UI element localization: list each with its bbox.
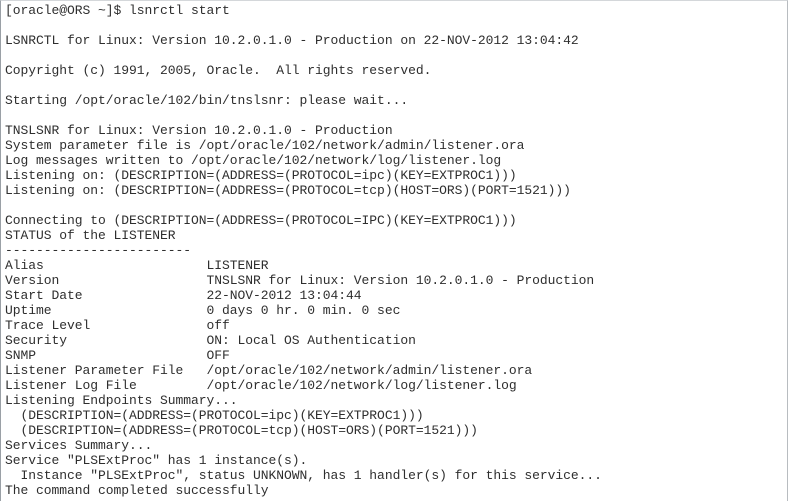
terminal-line: System parameter file is /opt/oracle/102… [5,138,525,153]
terminal-line: Instance "PLSExtProc", status UNKNOWN, h… [5,468,602,483]
terminal-line: Listening on: (DESCRIPTION=(ADDRESS=(PRO… [5,168,517,183]
terminal-line: SNMP OFF [5,348,230,363]
terminal-line: Copyright (c) 1991, 2005, Oracle. All ri… [5,63,432,78]
terminal-line: Log messages written to /opt/oracle/102/… [5,153,502,168]
terminal-line: Service "PLSExtProc" has 1 instance(s). [5,453,308,468]
terminal-line: (DESCRIPTION=(ADDRESS=(PROTOCOL=tcp)(HOS… [5,423,478,438]
terminal-line: Starting /opt/oracle/102/bin/tnslsnr: pl… [5,93,409,108]
terminal-line: Version TNSLSNR for Linux: Version 10.2.… [5,273,595,288]
terminal-line: [oracle@ORS ~]$ lsnrctl start [5,3,230,18]
terminal-line: (DESCRIPTION=(ADDRESS=(PROTOCOL=ipc)(KEY… [5,408,424,423]
terminal-line: TNSLSNR for Linux: Version 10.2.0.1.0 - … [5,123,393,138]
terminal-line: Uptime 0 days 0 hr. 0 min. 0 sec [5,303,401,318]
terminal-line: The command completed successfully [5,483,269,498]
terminal-line: Listener Log File /opt/oracle/102/networ… [5,378,517,393]
terminal-line: Listening on: (DESCRIPTION=(ADDRESS=(PRO… [5,183,571,198]
terminal-line: Connecting to (DESCRIPTION=(ADDRESS=(PRO… [5,213,517,228]
terminal-line: Security ON: Local OS Authentication [5,333,416,348]
terminal-line: Listener Parameter File /opt/oracle/102/… [5,363,533,378]
terminal-line: Listening Endpoints Summary... [5,393,238,408]
terminal-line: ------------------------ [5,243,192,258]
terminal-line: LSNRCTL for Linux: Version 10.2.0.1.0 - … [5,33,579,48]
terminal-line: Alias LISTENER [5,258,269,273]
terminal-line: Start Date 22-NOV-2012 13:04:44 [5,288,362,303]
terminal-line: Services Summary... [5,438,153,453]
terminal-window[interactable]: [oracle@ORS ~]$ lsnrctl start LSNRCTL fo… [0,0,788,501]
terminal-line: STATUS of the LISTENER [5,228,176,243]
terminal-output[interactable]: [oracle@ORS ~]$ lsnrctl start LSNRCTL fo… [5,3,787,498]
terminal-line: Trace Level off [5,318,230,333]
